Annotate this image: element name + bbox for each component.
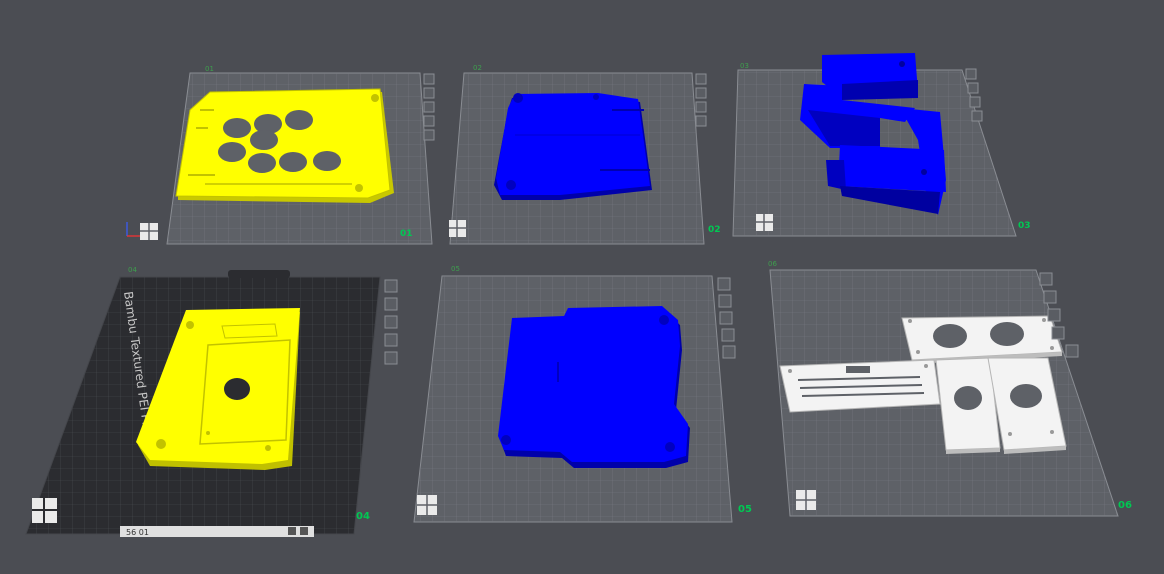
plate-small-label: 05 bbox=[451, 265, 460, 273]
settings-icon[interactable] bbox=[384, 351, 398, 365]
plate-small-label: 03 bbox=[740, 62, 749, 70]
plate-small-label: 01 bbox=[205, 65, 214, 73]
orient-icon[interactable] bbox=[967, 82, 979, 94]
plate-toolbar[interactable] bbox=[695, 73, 707, 127]
plate-toolbar[interactable] bbox=[384, 279, 398, 365]
settings-icon[interactable] bbox=[1065, 344, 1079, 358]
orient-icon[interactable] bbox=[1043, 290, 1057, 304]
lock-icon[interactable] bbox=[384, 333, 398, 347]
settings-icon[interactable] bbox=[423, 129, 435, 141]
plate-01[interactable]: 01 01 bbox=[126, 65, 435, 245]
plate-number: 01 bbox=[400, 229, 413, 239]
plate-number: 03 bbox=[1018, 221, 1031, 231]
axis-indicator bbox=[126, 222, 140, 237]
plate-small-label: 04 bbox=[128, 266, 137, 274]
arrange-icon[interactable] bbox=[423, 101, 435, 113]
3d-viewport[interactable]: 01 01 02 02 03 03 04 Bambu Textured PEI … bbox=[0, 0, 1164, 574]
thumbnail-icon[interactable] bbox=[288, 527, 296, 535]
orient-icon[interactable] bbox=[423, 87, 435, 99]
orient-icon[interactable] bbox=[384, 297, 398, 311]
plate-number: 06 bbox=[1118, 500, 1132, 511]
close-icon[interactable] bbox=[300, 527, 308, 535]
settings-icon[interactable] bbox=[722, 345, 736, 359]
lock-icon[interactable] bbox=[695, 115, 707, 127]
close-icon[interactable] bbox=[717, 277, 731, 291]
arrange-icon[interactable] bbox=[695, 101, 707, 113]
close-icon[interactable] bbox=[965, 68, 977, 80]
plate-logo-icon bbox=[449, 220, 466, 237]
plate-toolbar[interactable] bbox=[423, 73, 435, 141]
plate-06[interactable]: 06 06 bbox=[768, 260, 1132, 517]
arrange-icon[interactable] bbox=[384, 315, 398, 329]
lock-icon[interactable] bbox=[971, 110, 983, 122]
plate-logo-icon bbox=[756, 214, 773, 231]
lock-icon[interactable] bbox=[423, 115, 435, 127]
plate-toolbar[interactable] bbox=[717, 277, 736, 359]
plate-number: 05 bbox=[738, 504, 752, 515]
plate-small-label: 06 bbox=[768, 260, 777, 268]
orient-icon[interactable] bbox=[695, 87, 707, 99]
blue-enclosure-base-object[interactable] bbox=[494, 93, 652, 200]
close-icon[interactable] bbox=[695, 73, 707, 85]
plate-logo-icon bbox=[140, 223, 158, 240]
plate-small-label: 02 bbox=[473, 64, 482, 72]
plate-03[interactable]: 03 03 bbox=[732, 53, 1031, 237]
lock-icon[interactable] bbox=[1051, 326, 1065, 340]
close-icon[interactable] bbox=[423, 73, 435, 85]
arrange-icon[interactable] bbox=[969, 96, 981, 108]
plate-02[interactable]: 02 02 bbox=[449, 64, 721, 245]
blue-enclosure-panel-object[interactable] bbox=[498, 306, 690, 468]
orient-icon[interactable] bbox=[718, 294, 732, 308]
plate-number: 02 bbox=[708, 225, 721, 235]
plate-number: 04 bbox=[356, 511, 370, 522]
plate-05[interactable]: 05 05 bbox=[413, 265, 752, 523]
thumbnail-bar[interactable]: 56 01 bbox=[120, 526, 314, 537]
arrange-icon[interactable] bbox=[719, 311, 733, 325]
plate-04[interactable]: 04 Bambu Textured PEI Plate 04 56 01 bbox=[25, 266, 398, 537]
lock-icon[interactable] bbox=[721, 328, 735, 342]
close-icon[interactable] bbox=[1039, 272, 1053, 286]
arrange-icon[interactable] bbox=[1047, 308, 1061, 322]
yellow-top-plate-object[interactable] bbox=[175, 88, 394, 203]
thumbnail-bar-label: 56 01 bbox=[126, 528, 149, 537]
close-icon[interactable] bbox=[384, 279, 398, 293]
plate-logo-icon bbox=[417, 495, 437, 515]
plate-logo-icon bbox=[32, 498, 57, 523]
plate-logo-icon bbox=[796, 490, 816, 510]
